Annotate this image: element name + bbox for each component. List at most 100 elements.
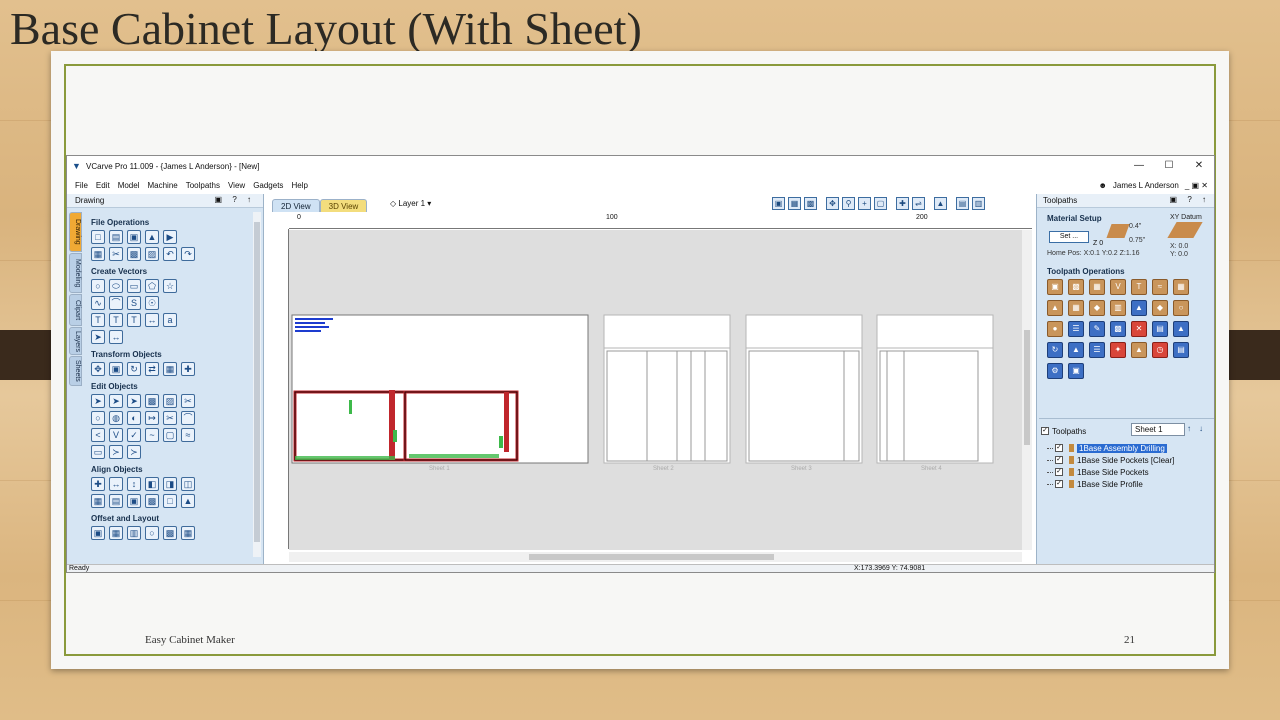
- grid-icon[interactable]: ▩: [804, 197, 817, 210]
- moulding-toolpath-icon[interactable]: ▥: [1110, 300, 1126, 316]
- toolpaths-master-checkbox[interactable]: ✓: [1041, 427, 1049, 435]
- transform-icon[interactable]: ➤: [127, 394, 141, 408]
- tab-layers[interactable]: Layers: [69, 327, 82, 355]
- edit-toolpath-icon[interactable]: ✎: [1089, 321, 1105, 337]
- offset-icon[interactable]: ▣: [91, 526, 105, 540]
- select-icon[interactable]: ➤: [91, 394, 105, 408]
- close-button[interactable]: ✕: [1184, 156, 1214, 176]
- profile-toolpath-icon[interactable]: ▣: [1047, 279, 1063, 295]
- mirror-icon[interactable]: ⇄: [145, 362, 159, 376]
- circle-icon[interactable]: ○: [91, 279, 105, 293]
- pocket-toolpath-icon[interactable]: ▩: [1068, 279, 1084, 295]
- subtract-icon[interactable]: ◍: [109, 411, 123, 425]
- snap-grid-icon[interactable]: ⇌: [912, 197, 925, 210]
- align-bottom-icon[interactable]: ◫: [181, 477, 195, 491]
- material-set-button[interactable]: Set ...: [1049, 231, 1089, 243]
- toolpath-templates-icon[interactable]: ☰: [1068, 321, 1084, 337]
- simulation-icon[interactable]: ▲: [1131, 342, 1147, 358]
- toolpath-item[interactable]: ✓ 1Base Assembly Drilling: [1047, 442, 1212, 454]
- tab-modeling[interactable]: Modeling: [69, 253, 82, 293]
- job-sheet-icon[interactable]: ▤: [1173, 342, 1189, 358]
- toolpath-checkbox[interactable]: ✓: [1055, 468, 1063, 476]
- polyline-icon[interactable]: ∿: [91, 296, 105, 310]
- canvas-horizontal-scrollbar[interactable]: [289, 552, 1022, 562]
- align-horizontal-icon[interactable]: ↔: [109, 477, 123, 491]
- toolpath-item[interactable]: ✓ 1Base Side Pockets: [1047, 466, 1212, 478]
- user-name[interactable]: James L Anderson: [1113, 181, 1179, 190]
- fillet-tool-icon[interactable]: ▭: [91, 445, 105, 459]
- align-vertical-icon[interactable]: ↕: [127, 477, 141, 491]
- split-view-icon[interactable]: ▤: [956, 197, 969, 210]
- decal-icon[interactable]: ●: [1047, 321, 1063, 337]
- snap-icon[interactable]: ✚: [896, 197, 909, 210]
- toolpath-checkbox[interactable]: ✓: [1055, 480, 1063, 488]
- engrave-toolpath-icon[interactable]: T: [1131, 279, 1147, 295]
- intersect-icon[interactable]: ◐: [127, 411, 141, 425]
- tool-database-icon[interactable]: ☰: [1089, 342, 1105, 358]
- delete-toolpath-icon[interactable]: ✕: [1131, 321, 1147, 337]
- dogbone-icon[interactable]: ≻: [127, 445, 141, 459]
- save-icon[interactable]: ▣: [127, 230, 141, 244]
- new-file-icon[interactable]: □: [91, 230, 105, 244]
- array-icon[interactable]: ▦: [109, 526, 123, 540]
- arc-icon[interactable]: ⌒: [109, 296, 123, 310]
- close-vector-icon[interactable]: ▢: [163, 428, 177, 442]
- menu-view[interactable]: View: [228, 181, 245, 190]
- layout-view-icon[interactable]: ▥: [972, 197, 985, 210]
- zoom-extents-icon[interactable]: ▢: [874, 197, 887, 210]
- move-icon[interactable]: ✥: [91, 362, 105, 376]
- menu-file[interactable]: File: [75, 181, 88, 190]
- settings-icon[interactable]: ⚙: [1047, 363, 1063, 379]
- distort-icon[interactable]: ▦: [163, 362, 177, 376]
- toolpath-checkbox[interactable]: ✓: [1055, 456, 1063, 464]
- group-icon[interactable]: ▩: [145, 394, 159, 408]
- text-on-curve-icon[interactable]: T: [127, 313, 141, 327]
- toolpath-item[interactable]: ✓ 1Base Side Profile: [1047, 478, 1212, 490]
- toolpaths-panel-controls[interactable]: ▣ ? ↑: [1170, 195, 1210, 204]
- distribute-icon[interactable]: ▩: [145, 494, 159, 508]
- move-down-icon[interactable]: ↓: [1199, 424, 1203, 433]
- set-position-icon[interactable]: ▣: [109, 362, 123, 376]
- rectangle-icon[interactable]: ▭: [127, 279, 141, 293]
- 3d-finish-icon[interactable]: ◆: [1152, 300, 1168, 316]
- open-file-icon[interactable]: ▤: [109, 230, 123, 244]
- circular-array-icon[interactable]: ○: [145, 526, 159, 540]
- tab-drawing[interactable]: Drawing: [69, 212, 82, 252]
- mdi-controls[interactable]: _ ▣ ✕: [1185, 181, 1208, 190]
- chamfer-icon[interactable]: ≻: [109, 445, 123, 459]
- tab-3d-view[interactable]: 3D View: [319, 199, 368, 212]
- inlay-toolpath-icon[interactable]: ▦: [1173, 279, 1189, 295]
- extend-icon[interactable]: <: [91, 428, 105, 442]
- pan-icon[interactable]: ✥: [826, 197, 839, 210]
- preview-toolpaths-icon[interactable]: ▲: [1173, 321, 1189, 337]
- weld-icon[interactable]: ○: [91, 411, 105, 425]
- toolpath-item[interactable]: ✓ 1Base Side Pockets [Clear]: [1047, 454, 1212, 466]
- nest-icon[interactable]: ▥: [127, 526, 141, 540]
- copy-icon[interactable]: ▩: [127, 247, 141, 261]
- menu-machine[interactable]: Machine: [147, 181, 177, 190]
- check-icon[interactable]: ✓: [127, 428, 141, 442]
- align-top-icon[interactable]: ▣: [127, 494, 141, 508]
- curve-icon[interactable]: S: [127, 296, 141, 310]
- redo-icon[interactable]: ↷: [181, 247, 195, 261]
- space-horizontal-icon[interactable]: ▦: [91, 494, 105, 508]
- import-icon[interactable]: ▲: [145, 230, 159, 244]
- pointer-icon[interactable]: ➤: [91, 330, 105, 344]
- smooth-icon[interactable]: ~: [145, 428, 159, 442]
- tab-2d-view[interactable]: 2D View: [272, 199, 320, 212]
- move-up-icon[interactable]: ↑: [1187, 424, 1191, 433]
- ellipse-icon[interactable]: ⬭: [109, 279, 123, 293]
- reset-preview-icon[interactable]: ✦: [1110, 342, 1126, 358]
- merge-toolpaths-icon[interactable]: ▲: [1068, 342, 1084, 358]
- prism-toolpath-icon[interactable]: ◆: [1089, 300, 1105, 316]
- panel-controls[interactable]: ▣ ? ↑: [215, 195, 255, 204]
- toolpath-name[interactable]: 1Base Assembly Drilling: [1077, 443, 1167, 453]
- export-icon[interactable]: ▶: [163, 230, 177, 244]
- maximize-button[interactable]: ☐: [1154, 156, 1184, 176]
- zoom-icon[interactable]: ⚲: [842, 197, 855, 210]
- toolpath-name[interactable]: 1Base Side Profile: [1077, 480, 1143, 489]
- menu-edit[interactable]: Edit: [96, 181, 110, 190]
- polygon-icon[interactable]: ⬠: [145, 279, 159, 293]
- node-edit-icon[interactable]: ➤: [109, 394, 123, 408]
- auto-layout-icon[interactable]: ▦: [181, 526, 195, 540]
